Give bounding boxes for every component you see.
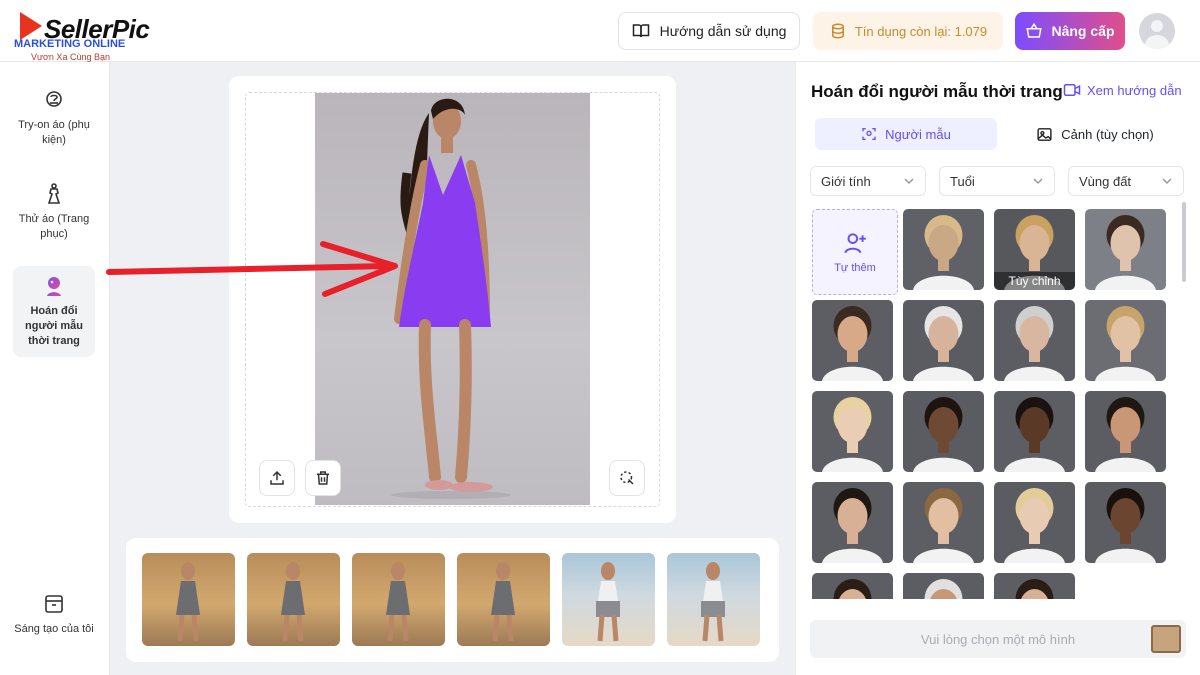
model-option[interactable] [812, 300, 893, 381]
play-icon [20, 12, 42, 40]
sidebar-item-label: Hoán đổi người mẫu thời trang [25, 305, 83, 347]
model-option[interactable] [903, 391, 984, 472]
custom-model-label: Tùy chỉnh [994, 272, 1075, 290]
add-user-icon [844, 233, 866, 254]
model-option[interactable] [903, 482, 984, 563]
top-bar: SellerPic MARKETING ONLINE Vươn Xa Cùng … [0, 0, 1200, 62]
face-scan-icon [862, 128, 876, 140]
hanger-bag-icon [46, 91, 62, 107]
model-option[interactable] [1085, 209, 1166, 290]
model-option[interactable] [812, 482, 893, 563]
model-option[interactable] [1085, 482, 1166, 563]
chevron-down-icon [1162, 178, 1172, 185]
generate-label: Vui lòng chọn một mô hình [920, 631, 1076, 647]
lasso-icon [620, 471, 634, 485]
thumbnail-6[interactable] [667, 553, 760, 646]
upload-button[interactable] [259, 460, 295, 496]
filter-label: Tuổi [950, 173, 975, 189]
upgrade-button[interactable]: Nâng cấp [1015, 12, 1125, 50]
model-option[interactable] [994, 300, 1075, 381]
filter-gender[interactable]: Giới tính [810, 166, 926, 196]
model-option[interactable] [994, 482, 1075, 563]
left-sidebar: Try-on áo (phụ kiện) Thử áo (Trang phục)… [0, 62, 110, 675]
thumbnail-4[interactable] [457, 553, 550, 646]
chevron-down-icon [904, 178, 914, 185]
user-avatar[interactable] [1139, 13, 1175, 49]
model-option[interactable] [994, 391, 1075, 472]
model-option[interactable] [994, 573, 1075, 599]
filter-region[interactable]: Vùng đất [1068, 166, 1184, 196]
trash-icon [317, 471, 329, 485]
sidebar-item-label: Sáng tạo của tôi [14, 623, 94, 635]
tab-scene[interactable]: Cảnh (tùy chọn) [1005, 118, 1185, 150]
upload-icon [270, 470, 284, 485]
model-option[interactable] [903, 300, 984, 381]
add-model-button[interactable]: Tự thêm [812, 209, 898, 295]
delete-button[interactable] [305, 460, 341, 496]
archive-icon [45, 595, 63, 613]
panel-tabs: Người mẫu Cảnh (tùy chọn) [810, 118, 1186, 154]
thumbnail-1[interactable] [142, 553, 235, 646]
model-option[interactable]: Tùy chỉnh [994, 209, 1075, 290]
model-option[interactable] [903, 209, 984, 290]
sidebar-item-tryon-outfit[interactable]: Thử áo (Trang phục) [14, 182, 94, 242]
chevron-down-icon [1033, 178, 1043, 185]
basket-icon [1026, 22, 1043, 38]
result-thumbnails [126, 538, 779, 662]
right-panel: Hoán đổi người mẫu thời trang Xem hướng … [795, 62, 1200, 675]
upgrade-label: Nâng cấp [1051, 23, 1115, 39]
logo-overlay: MARKETING ONLINE [14, 38, 126, 50]
add-model-label: Tự thêm [834, 262, 876, 274]
sidebar-item-model-swap[interactable]: Hoán đổi người mẫu thời trang [13, 266, 95, 357]
thumbnail-5[interactable] [562, 553, 655, 646]
model-filters: Giới tính Tuổi Vùng đất [810, 166, 1186, 196]
generate-button[interactable]: Vui lòng chọn một mô hình [810, 620, 1186, 658]
panel-title: Hoán đổi người mẫu thời trang [811, 82, 1063, 101]
help-link-label: Xem hướng dẫn [1087, 82, 1182, 98]
book-icon [632, 24, 649, 38]
thumbnail-3[interactable] [352, 553, 445, 646]
app-logo[interactable]: SellerPic MARKETING ONLINE Vươn Xa Cùng … [14, 8, 164, 62]
logo-tagline: Vươn Xa Cùng Bạn [31, 52, 110, 62]
model-option[interactable] [903, 573, 984, 599]
tab-label: Người mẫu [885, 126, 951, 142]
filter-label: Giới tính [821, 173, 871, 189]
video-icon [1063, 84, 1081, 96]
sidebar-item-label: Try-on áo (phụ kiện) [18, 119, 90, 146]
red-arrow-annotation [106, 241, 398, 297]
tab-label: Cảnh (tùy chọn) [1061, 126, 1154, 142]
model-option[interactable] [1085, 300, 1166, 381]
model-option[interactable] [1085, 391, 1166, 472]
guide-label: Hướng dẫn sử dụng [659, 23, 787, 39]
model-option[interactable] [812, 391, 893, 472]
sidebar-item-my-creations[interactable]: Sáng tạo của tôi [14, 592, 94, 637]
image-icon [1037, 127, 1052, 141]
dress-icon [47, 183, 61, 204]
app-window-icon [1151, 625, 1181, 653]
credit-balance[interactable]: Tín dụng còn lại: 1.079 [813, 12, 1003, 50]
thumbnail-2[interactable] [247, 553, 340, 646]
sidebar-item-label: Thử áo (Trang phục) [18, 213, 90, 240]
filter-label: Vùng đất [1079, 173, 1132, 189]
filter-age[interactable]: Tuổi [939, 166, 1055, 196]
grid-scrollbar[interactable] [1182, 202, 1186, 282]
help-link[interactable]: Xem hướng dẫn [1063, 82, 1182, 98]
model-grid: Tự thêm Tùy chỉnh [812, 209, 1174, 599]
select-region-button[interactable] [609, 460, 645, 496]
sidebar-item-tryon-accessory[interactable]: Try-on áo (phụ kiện) [14, 88, 94, 148]
guide-button[interactable]: Hướng dẫn sử dụng [618, 12, 800, 50]
tab-models[interactable]: Người mẫu [815, 118, 997, 150]
model-swap-icon [47, 277, 61, 296]
coins-icon [831, 23, 844, 39]
model-option[interactable] [812, 573, 893, 599]
credit-label: Tín dụng còn lại: 1.079 [854, 23, 988, 39]
